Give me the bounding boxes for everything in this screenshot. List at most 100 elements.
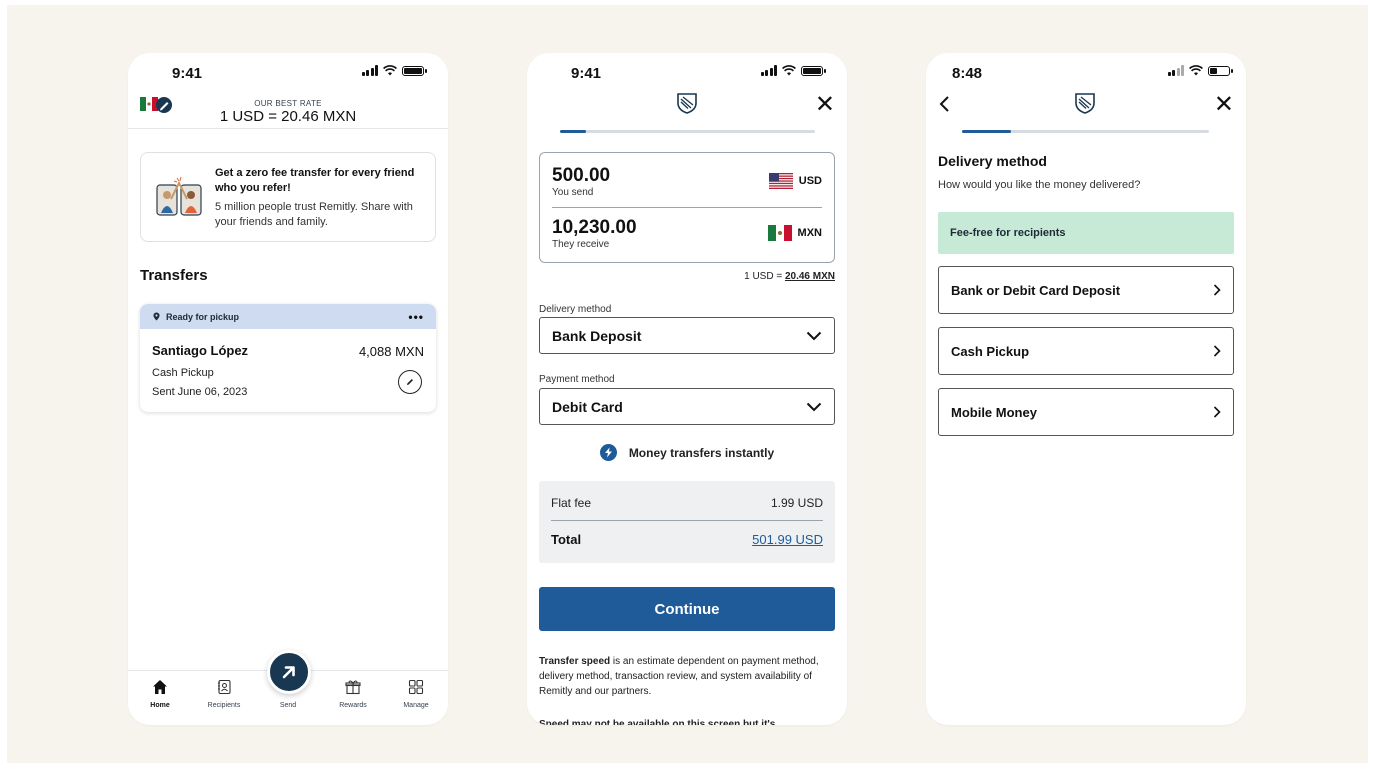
signal-icon [760,65,777,76]
edit-transfer-button[interactable] [398,370,422,394]
lightning-icon [599,444,617,461]
progress-bar [560,130,815,133]
wifi-icon [782,65,796,76]
referral-body: 5 million people trust Remitly. Share wi… [215,201,413,228]
status-icons [1167,65,1233,76]
remitly-logo-icon [677,93,697,114]
disclaimer-bold: Transfer speed [539,656,611,667]
tab-home[interactable]: Home [130,679,190,709]
send-amount-input[interactable]: 500.00 [552,165,610,187]
payment-method-select[interactable]: Debit Card [539,388,835,425]
total-label: Total [551,532,582,547]
transfer-status: Ready for pickup [166,311,240,322]
receive-amount-input[interactable]: 10,230.00 [552,217,637,239]
progress-bar [962,130,1209,133]
mexico-flag-icon [767,225,792,241]
transfer-amount: 4,088 MXN [358,344,424,359]
grid-icon [408,679,424,695]
instant-transfer-text: Money transfers instantly [628,445,775,460]
receive-currency-selector[interactable]: MXN [767,225,822,241]
instant-transfer-note: Money transfers instantly [527,444,847,461]
total-value-link[interactable]: 501.99 USD [752,532,823,547]
send-money-screen: 9:41 ✕ 500.00 You send USD 10,230.00 The… [527,53,847,725]
battery-icon [1208,65,1233,76]
flat-fee-value: 1.99 USD [770,496,823,510]
rate-prefix: 1 USD = [744,271,785,282]
wifi-icon [383,65,397,76]
chevron-right-icon [1213,345,1221,357]
progress-fill [560,130,586,133]
flat-fee-label: Flat fee [551,496,592,510]
option-bank-deposit[interactable]: Bank or Debit Card Deposit [938,266,1234,314]
chevron-down-icon [806,331,822,340]
tab-rewards[interactable]: Rewards [323,679,383,709]
transfer-date: Sent June 06, 2023 [152,386,248,398]
disclaimer-continued: Speed may not be available on this scree… [539,719,776,725]
option-label: Bank or Debit Card Deposit [951,282,1121,298]
option-label: Cash Pickup [951,343,1030,359]
total-row: Total 501.99 USD [551,532,823,547]
status-icons [760,65,826,76]
gift-icon [345,680,361,695]
chevron-right-icon [1213,284,1221,296]
progress-fill [962,130,1012,133]
transfer-status-banner: Ready for pickup ••• [140,304,436,329]
remitly-logo-icon [1075,93,1095,114]
tab-send-label: Send [279,702,297,709]
delivery-method-select[interactable]: Bank Deposit [539,317,835,354]
status-icons [361,65,427,76]
send-currency-selector[interactable]: USD [768,173,822,189]
transfers-heading: Transfers [140,267,208,284]
calculator-divider [552,207,822,208]
tab-manage[interactable]: Manage [386,679,446,709]
fee-divider [551,520,823,521]
referral-title: Get a zero fee transfer for every friend… [215,167,415,194]
rate-header: OUR BEST RATE 1 USD = 20.46 MXN [128,91,448,129]
battery-icon [801,65,826,76]
transfer-speed-disclaimer: Transfer speed is an estimate dependent … [539,654,833,699]
send-arrow-icon [282,666,295,679]
home-screen: 9:41 OUR BEST RATE 1 USD = 20.46 MXN Get… [128,53,448,725]
fee-summary: Flat fee 1.99 USD Total 501.99 USD [539,481,835,563]
exchange-rate: 1 USD = 20.46 MXN [219,108,357,125]
send-amount-label: You send [552,187,594,198]
status-time: 9:41 [172,65,203,82]
close-button[interactable]: ✕ [1214,93,1234,117]
pencil-icon [407,379,413,385]
option-cash-pickup[interactable]: Cash Pickup [938,327,1234,375]
wifi-icon [1189,65,1203,76]
delivery-method-label: Delivery method [539,304,612,315]
signal-icon [361,65,378,76]
send-currency-code: USD [798,175,822,187]
location-pin-icon [153,312,160,321]
referral-card[interactable]: Get a zero fee transfer for every friend… [140,152,436,242]
back-chevron-icon[interactable] [938,95,950,113]
contacts-icon [218,679,231,695]
option-mobile-money[interactable]: Mobile Money [938,388,1234,436]
tab-home-label: Home [150,702,170,709]
tab-recipients[interactable]: Recipients [194,679,254,709]
transfer-method: Cash Pickup [152,367,214,379]
flat-fee-row: Flat fee 1.99 USD [551,496,823,510]
continue-button[interactable]: Continue [539,587,835,631]
tab-recipients-label: Recipients [207,702,241,709]
chevron-down-icon [806,402,822,411]
delivery-method-value: Bank Deposit [552,327,642,344]
option-label: Mobile Money [951,404,1037,420]
close-button[interactable]: ✕ [815,93,835,117]
receive-amount-label: They receive [552,239,610,250]
transfer-card[interactable]: Ready for pickup ••• Santiago López 4,08… [140,304,436,412]
status-time: 9:41 [571,65,602,82]
recipient-name: Santiago López [152,343,249,358]
more-options-icon[interactable]: ••• [408,310,424,324]
battery-icon [402,65,427,76]
tab-rewards-label: Rewards [339,702,367,709]
payment-method-label: Payment method [539,374,615,385]
us-flag-icon [768,173,793,189]
chevron-right-icon [1213,406,1221,418]
rate-caption: OUR BEST RATE [254,99,322,108]
fee-free-banner: Fee-free for recipients [938,212,1234,254]
rate-value-link[interactable]: 20.46 MXN [785,271,835,282]
send-button[interactable] [267,650,311,694]
high-five-illustration [156,176,202,216]
